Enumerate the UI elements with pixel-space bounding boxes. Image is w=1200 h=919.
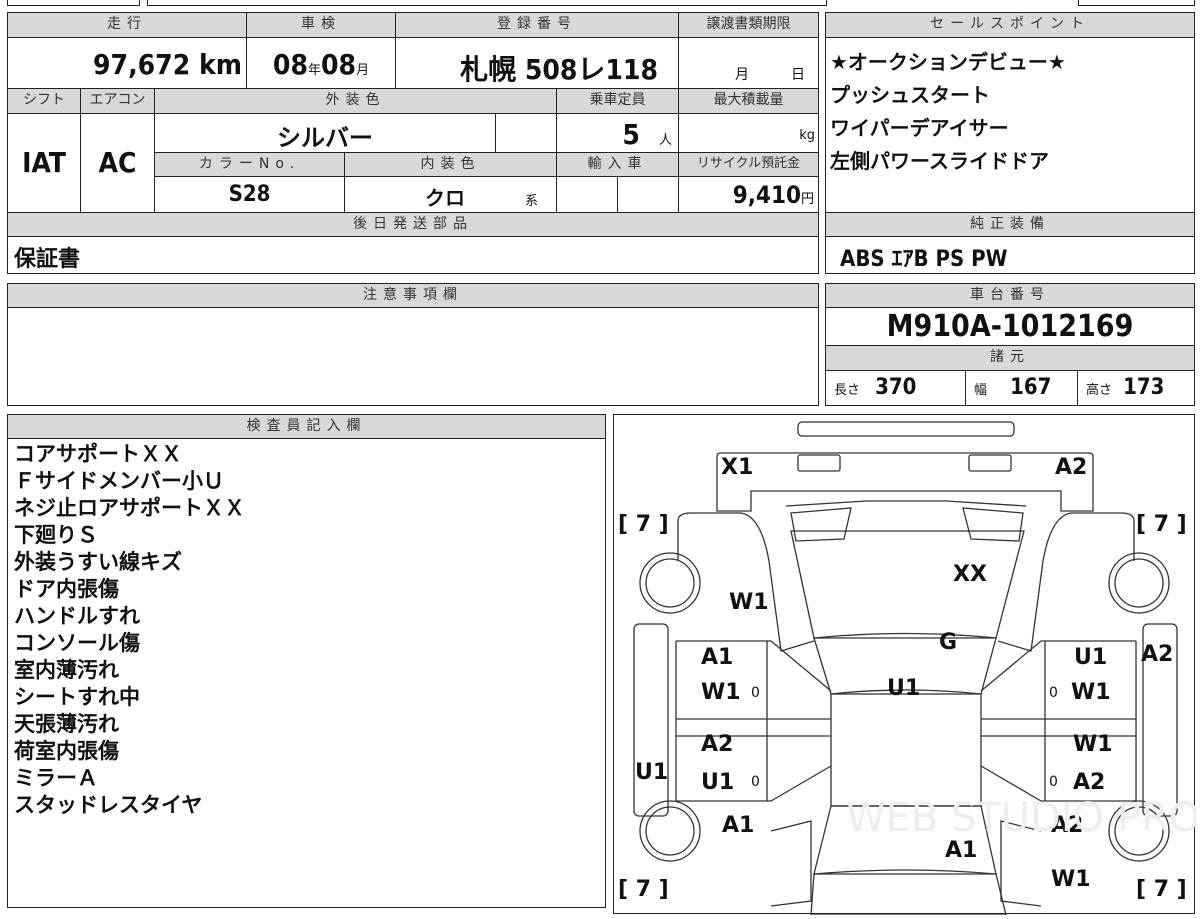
note-item: 天張薄汚れ xyxy=(14,712,119,736)
zero-mark: 0 xyxy=(1049,774,1058,790)
chassis-number: M910A-1012169 xyxy=(825,307,1195,346)
damage-label: W1 xyxy=(701,680,741,705)
chassis-header: 車台番号 xyxy=(825,283,1195,308)
note-item: 荷室内張傷 xyxy=(14,739,119,763)
transfer-deadline-header: 譲渡書類期限 xyxy=(678,12,819,38)
import-cell-1 xyxy=(556,176,618,213)
specs-header: 諸元 xyxy=(825,345,1195,371)
sales-points-header: セールスポイント xyxy=(825,12,1195,38)
damage-label: A2 xyxy=(1141,642,1173,667)
int-color-value: クロ系 xyxy=(344,176,557,213)
damage-label: A2 xyxy=(1073,770,1105,795)
sales-point-item: ワイパーデアイサー xyxy=(830,116,1009,140)
mileage-value: 97,672 km xyxy=(7,37,247,89)
ac-value: AC xyxy=(80,113,155,213)
note-item: 外装うすい線キズ xyxy=(14,550,182,574)
ext-color-header: 外装色 xyxy=(154,88,557,114)
tire-mark: [ 7 ] xyxy=(1136,877,1187,902)
ext-color-value: シルバー xyxy=(154,113,496,153)
tire-mark: [ 7 ] xyxy=(618,877,669,902)
note-item: コンソール傷 xyxy=(14,631,140,655)
max-load-value: kg xyxy=(678,113,819,153)
capacity-header: 乗車定員 xyxy=(556,88,679,114)
recycle-header: リサイクル預託金 xyxy=(678,152,819,177)
damage-label: A1 xyxy=(722,813,754,838)
car-outline: [ 7 ] [ 7 ] [ 7 ] [ 7 ] X1 A2 XX W1 G A1… xyxy=(618,421,1200,916)
damage-label: A2 xyxy=(1055,455,1087,480)
note-item: シートすれ中 xyxy=(14,685,140,709)
color-no-value: S28 xyxy=(154,176,345,213)
top-cell xyxy=(147,0,827,6)
note-item: ミラーＡ xyxy=(14,766,98,790)
capacity-value: 5 人 xyxy=(556,113,679,153)
damage-diagram: [ 7 ] [ 7 ] [ 7 ] [ 7 ] X1 A2 XX W1 G A1… xyxy=(613,414,1200,916)
shift-value: IAT xyxy=(7,113,81,213)
zero-mark: 0 xyxy=(751,774,760,790)
damage-label: U1 xyxy=(887,676,920,701)
damage-label: XX xyxy=(953,562,987,587)
damage-label: W1 xyxy=(1073,732,1113,757)
damage-label: U1 xyxy=(635,760,668,785)
ext-color-code-cell xyxy=(495,113,557,153)
sales-point-item: 左側パワースライドドア xyxy=(830,149,1049,173)
equipment-value: ABS ｴｱB PS PW xyxy=(825,236,1195,274)
top-cell xyxy=(7,0,140,6)
note-item: Ｆサイドメンバー小Ｕ xyxy=(14,469,224,493)
tire-mark: [ 7 ] xyxy=(1136,512,1187,537)
inspection-value: 08年08月 xyxy=(246,37,396,89)
registration-number: 札幌 508レ118 xyxy=(395,37,679,89)
sales-points-list: ★オークションデビュー★ プッシュスタート ワイパーデアイサー 左側パワースライ… xyxy=(825,37,1195,213)
note-item: 室内薄汚れ xyxy=(14,658,119,682)
note-item: 下廻りＳ xyxy=(14,523,98,547)
registration-header: 登録番号 xyxy=(395,12,679,38)
sales-point-item: プッシュスタート xyxy=(830,83,990,107)
note-item: ハンドルすれ xyxy=(14,604,140,628)
transfer-deadline-value: 月日 xyxy=(678,37,819,89)
inspector-header: 検査員記入欄 xyxy=(7,414,606,439)
top-cell xyxy=(1078,0,1195,6)
damage-label: G xyxy=(939,630,957,655)
note-item: スタッドレスタイヤ xyxy=(14,793,203,817)
damage-label: U1 xyxy=(1074,645,1107,670)
color-no-header: カラーNo. xyxy=(154,152,345,177)
spec-length: 長さ 370 xyxy=(825,370,966,406)
int-color-header: 内装色 xyxy=(344,152,557,177)
zero-mark: 0 xyxy=(1049,685,1058,701)
damage-label: A2 xyxy=(701,732,733,757)
import-header: 輸入車 xyxy=(556,152,679,177)
damage-label: A1 xyxy=(701,645,733,670)
mileage-header: 走行 xyxy=(7,12,247,38)
inspection-header: 車検 xyxy=(246,12,396,38)
damage-label: W1 xyxy=(729,590,769,615)
damage-label: A1 xyxy=(945,838,977,863)
inspector-notes: コアサポートＸＸ Ｆサイドメンバー小Ｕ ネジ止ロアサポートＸＸ 下廻りＳ 外装う… xyxy=(7,438,606,908)
caution-header: 注意事項欄 xyxy=(7,283,819,308)
spec-width: 幅 167 xyxy=(965,370,1078,406)
equipment-header: 純正装備 xyxy=(825,212,1195,237)
note-item: コアサポートＸＸ xyxy=(14,442,182,466)
sales-point-item: ★オークションデビュー★ xyxy=(830,50,1066,74)
max-load-header: 最大積載量 xyxy=(678,88,819,114)
damage-label: W1 xyxy=(1051,867,1091,892)
zero-mark: 0 xyxy=(751,685,760,701)
recycle-value: 9,410円 xyxy=(678,176,819,213)
later-parts-header: 後日発送部品 xyxy=(7,212,819,237)
note-item: ネジ止ロアサポートＸＸ xyxy=(14,496,245,520)
import-cell-2 xyxy=(617,176,679,213)
ac-header: エアコン xyxy=(80,88,155,114)
later-parts-value: 保証書 xyxy=(7,236,819,274)
spec-height: 高さ 173 xyxy=(1077,370,1195,406)
note-item: ドア内張傷 xyxy=(14,577,119,601)
shift-header: シフト xyxy=(7,88,81,114)
caution-body xyxy=(7,307,819,406)
damage-label: U1 xyxy=(701,770,734,795)
damage-label: X1 xyxy=(721,455,753,480)
tire-mark: [ 7 ] xyxy=(618,512,669,537)
damage-label: W1 xyxy=(1071,680,1111,705)
watermark: WEB STUDIO PRO xyxy=(846,795,1196,841)
